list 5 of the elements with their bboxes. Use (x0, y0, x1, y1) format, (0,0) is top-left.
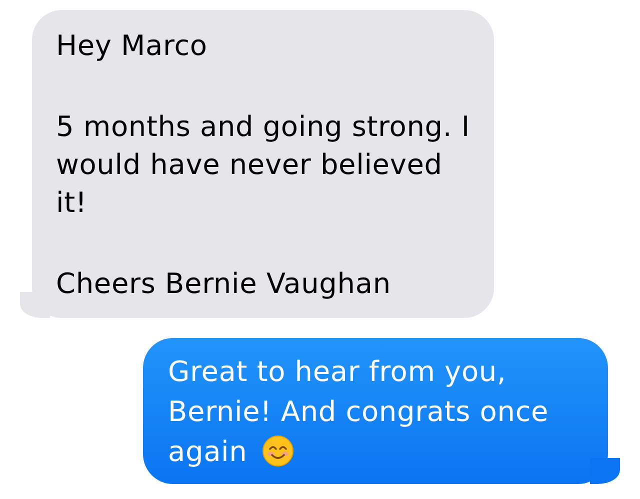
message-text: 5 months and going strong. I would have never believed it! (56, 109, 470, 221)
message-text: Great to hear from you, Bernie! And congrats once again (168, 354, 550, 470)
message-text: Cheers Bernie Vaughan (56, 266, 392, 302)
bubble-tail (590, 458, 620, 484)
message-text: Hey Marco (56, 28, 208, 64)
